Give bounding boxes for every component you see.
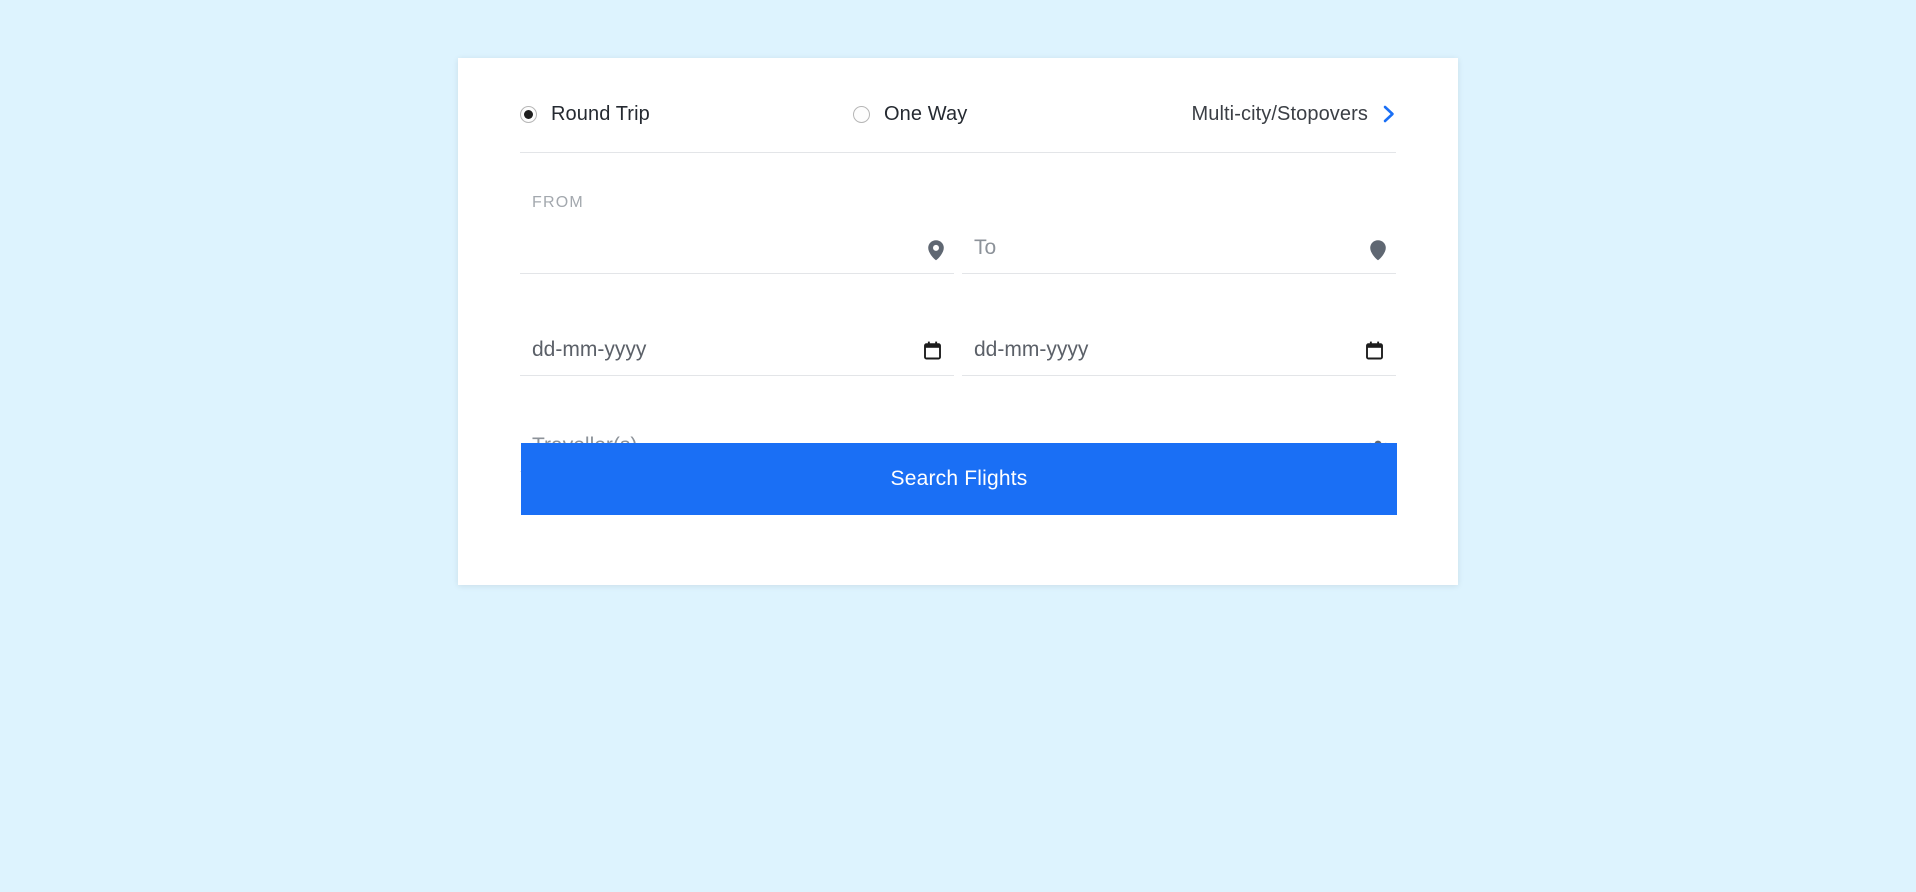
chevron-right-icon xyxy=(1382,104,1396,124)
radio-round-trip[interactable] xyxy=(520,105,537,123)
depart-date-value[interactable]: dd-mm-yyyy xyxy=(520,338,954,376)
multi-city-label: Multi-city/Stopovers xyxy=(1191,102,1368,125)
depart-date-field[interactable]: dd-mm-yyyy xyxy=(520,280,954,376)
radio-one-way[interactable] xyxy=(853,105,870,123)
map-pin-icon xyxy=(1366,238,1390,262)
multi-city-stopovers-link[interactable]: Multi-city/Stopovers xyxy=(1192,103,1397,126)
calendar-icon[interactable] xyxy=(1362,338,1386,362)
trip-type-label-round-trip: Round Trip xyxy=(551,102,650,125)
to-field[interactable] xyxy=(962,176,1396,274)
origin-destination-row: FROM xyxy=(520,176,1396,274)
dates-row: dd-mm-yyyy dd-mm-yyyy xyxy=(520,280,1396,376)
trip-type-label-one-way: One Way xyxy=(884,102,968,125)
trip-type-option-one-way[interactable]: One Way xyxy=(853,103,1158,126)
to-input[interactable] xyxy=(962,236,1396,274)
trip-type-row: Round Trip One Way Multi-city/Stopovers xyxy=(520,88,1396,140)
location-dot-icon xyxy=(924,238,948,262)
from-field[interactable]: FROM xyxy=(520,176,954,274)
to-underline xyxy=(962,273,1396,274)
trip-type-option-round-trip[interactable]: Round Trip xyxy=(520,103,853,126)
calendar-icon[interactable] xyxy=(920,338,944,362)
from-input[interactable] xyxy=(520,236,954,274)
from-floating-label: FROM xyxy=(532,194,584,211)
flight-search-page: Round Trip One Way Multi-city/Stopovers xyxy=(0,0,1916,892)
return-date-field[interactable]: dd-mm-yyyy xyxy=(962,280,1396,376)
return-date-value[interactable]: dd-mm-yyyy xyxy=(962,338,1396,376)
search-flights-button[interactable]: Search Flights xyxy=(521,443,1397,515)
trip-type-divider xyxy=(520,152,1396,153)
from-underline xyxy=(520,273,954,274)
